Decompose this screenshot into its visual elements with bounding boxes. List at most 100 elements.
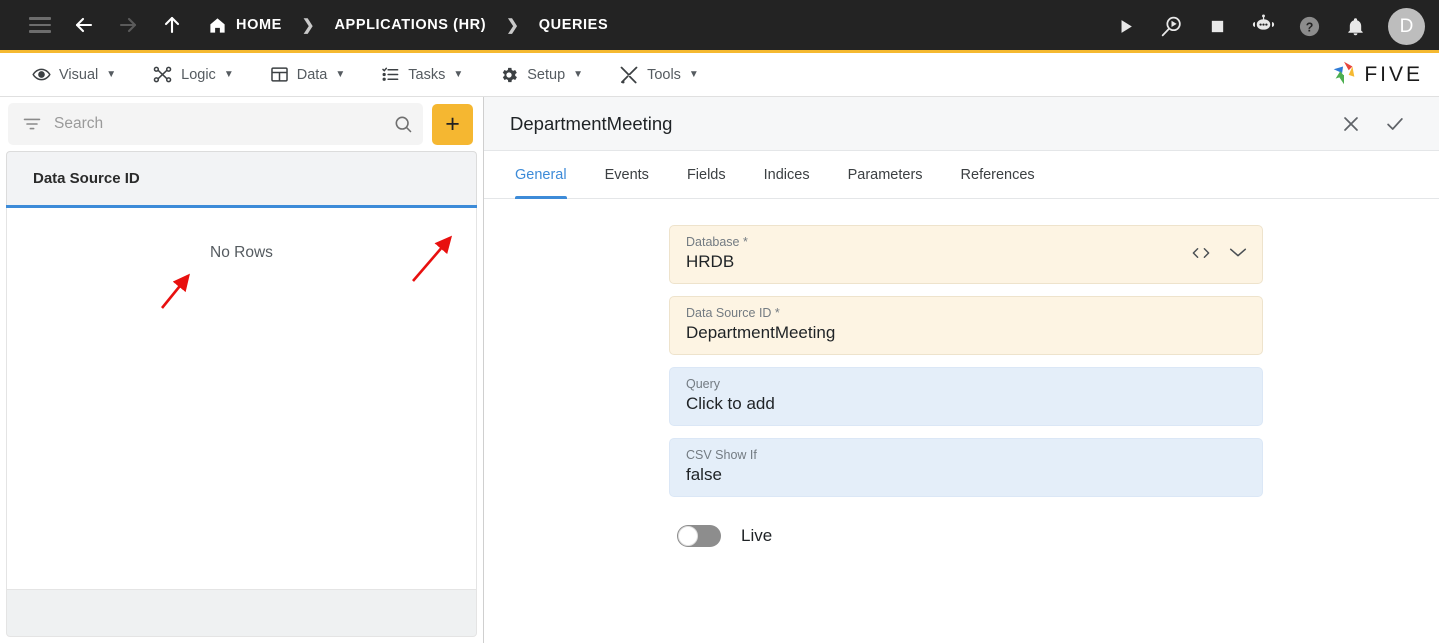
debug-icon[interactable]: [1150, 6, 1192, 48]
search-toolbar: +: [0, 97, 483, 151]
live-toggle-row: Live: [677, 525, 1263, 547]
menu-logic[interactable]: Logic ▼: [134, 53, 252, 97]
chevron-down-icon: ▼: [688, 69, 699, 80]
breadcrumb-label-applications: APPLICATIONS (HR): [334, 17, 487, 33]
svg-text:?: ?: [1305, 20, 1313, 34]
search-box[interactable]: [8, 103, 423, 145]
confirm-check-icon[interactable]: [1373, 102, 1417, 146]
chevron-down-icon: ▼: [453, 69, 464, 80]
hamburger-menu-icon[interactable]: [18, 3, 62, 47]
avatar[interactable]: D: [1388, 8, 1425, 45]
tab-parameters-label: Parameters: [847, 166, 923, 183]
queries-list-panel: + Data Source ID No Rows: [0, 97, 484, 643]
menu-logic-label: Logic: [181, 66, 216, 83]
stop-icon[interactable]: [1196, 6, 1238, 48]
field-query-value: Click to add: [686, 394, 775, 413]
menu-visual[interactable]: Visual ▼: [14, 53, 134, 97]
tab-events-label: Events: [604, 166, 649, 183]
notifications-bell-icon[interactable]: [1334, 6, 1376, 48]
application-menu-bar: Visual ▼ Logic ▼ Data ▼ Tasks ▼ Setup ▼ …: [0, 53, 1439, 97]
empty-state-message: No Rows: [210, 244, 273, 261]
breadcrumb-item-home[interactable]: HOME: [202, 16, 288, 35]
menu-setup-label: Setup: [527, 66, 566, 83]
tab-fields[interactable]: Fields: [668, 151, 745, 198]
tab-general[interactable]: General: [496, 151, 586, 199]
tab-references[interactable]: References: [942, 151, 1054, 198]
field-data-source-id-value: DepartmentMeeting: [686, 323, 836, 342]
search-icon[interactable]: [393, 114, 413, 134]
run-icon[interactable]: [1104, 6, 1146, 48]
home-icon: [208, 16, 227, 35]
query-detail-panel: DepartmentMeeting General Events Fields …: [160, 97, 1439, 643]
menu-tasks-label: Tasks: [408, 66, 446, 83]
field-csv-show-if-label: CSV Show If: [686, 448, 757, 462]
arrow-back-icon[interactable]: [62, 3, 106, 47]
field-database-value: HRDB: [686, 252, 735, 271]
menu-tasks[interactable]: Tasks ▼: [363, 53, 481, 97]
column-header-data-source-id[interactable]: Data Source ID: [33, 170, 140, 187]
chevron-down-icon: ▼: [573, 69, 584, 80]
live-toggle[interactable]: [677, 525, 721, 547]
menu-tools-label: Tools: [647, 66, 681, 83]
logic-nodes-icon: [152, 64, 173, 85]
field-database-label: Database *: [686, 235, 748, 249]
list-body: No Rows: [6, 208, 477, 589]
five-logo-text: FIVE: [1364, 63, 1423, 86]
list-column-header: Data Source ID: [6, 151, 477, 205]
menu-tools[interactable]: Tools ▼: [601, 53, 717, 97]
tools-wrench-icon: [619, 65, 639, 85]
close-icon[interactable]: [1329, 102, 1373, 146]
field-csv-show-if[interactable]: CSV Show If false: [669, 438, 1263, 497]
five-logo: FIVE: [1329, 53, 1423, 97]
tab-events[interactable]: Events: [586, 151, 668, 198]
field-query-label: Query: [686, 377, 721, 391]
breadcrumb-label-queries: QUERIES: [538, 17, 609, 33]
main-content: + Data Source ID No Rows DepartmentMeeti…: [0, 97, 1439, 643]
tab-fields-label: Fields: [686, 166, 726, 183]
breadcrumb-label-home: HOME: [236, 17, 282, 33]
general-form: Database * HRDB Data Source ID * Departm…: [484, 199, 1439, 643]
tab-references-label: References: [960, 166, 1035, 183]
gear-icon: [499, 65, 519, 85]
live-toggle-knob: [678, 526, 698, 546]
menu-visual-label: Visual: [59, 66, 99, 83]
page-title: DepartmentMeeting: [510, 112, 673, 134]
breadcrumb: HOME ❯ APPLICATIONS (HR) ❯ QUERIES: [202, 16, 614, 35]
form-column: Database * HRDB Data Source ID * Departm…: [669, 225, 1263, 547]
top-nav-left: HOME ❯ APPLICATIONS (HR) ❯ QUERIES: [0, 3, 614, 47]
tab-indices[interactable]: Indices: [745, 151, 829, 198]
search-input[interactable]: [54, 115, 381, 133]
chevron-down-icon: ▼: [223, 69, 234, 80]
top-nav-actions: ? D: [1104, 0, 1425, 53]
live-toggle-label: Live: [741, 526, 773, 545]
menu-setup[interactable]: Setup ▼: [481, 53, 601, 97]
arrow-up-icon[interactable]: [150, 3, 194, 47]
chevron-down-icon[interactable]: [1228, 245, 1248, 264]
tab-parameters[interactable]: Parameters: [829, 151, 942, 198]
breadcrumb-item-applications[interactable]: APPLICATIONS (HR): [328, 17, 492, 33]
menu-data[interactable]: Data ▼: [252, 53, 364, 97]
help-icon[interactable]: ?: [1288, 6, 1330, 48]
chevron-down-icon: ▼: [106, 69, 117, 80]
code-icon[interactable]: [1190, 245, 1212, 265]
field-database[interactable]: Database * HRDB: [669, 225, 1263, 284]
breadcrumb-item-queries[interactable]: QUERIES: [533, 17, 614, 33]
table-grid-icon: [270, 65, 289, 84]
breadcrumb-separator: ❯: [506, 17, 519, 34]
breadcrumb-separator: ❯: [301, 17, 315, 34]
five-logo-mark: [1329, 58, 1359, 93]
checklist-icon: [381, 65, 400, 84]
list-footer: [6, 589, 477, 637]
add-query-button[interactable]: +: [432, 103, 473, 145]
detail-header: DepartmentMeeting: [484, 97, 1439, 151]
assistant-bot-icon[interactable]: [1242, 6, 1284, 48]
field-data-source-id-label: Data Source ID *: [686, 306, 780, 320]
filter-icon[interactable]: [22, 114, 42, 134]
arrow-forward-icon[interactable]: [106, 3, 150, 47]
field-query[interactable]: Query Click to add: [669, 367, 1263, 426]
field-database-icons: [1190, 245, 1248, 265]
field-data-source-id[interactable]: Data Source ID * DepartmentMeeting: [669, 296, 1263, 355]
chevron-down-icon: ▼: [335, 69, 346, 80]
tab-indices-label: Indices: [763, 166, 810, 183]
menu-data-label: Data: [296, 66, 328, 83]
